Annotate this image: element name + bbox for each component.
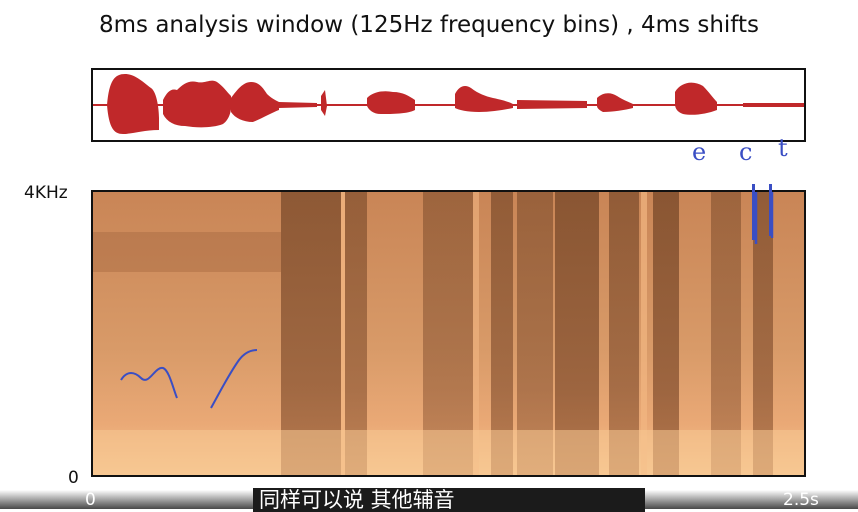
waveform-spike-1 — [321, 90, 327, 116]
waveform-panel — [91, 68, 806, 142]
annotation-letter-e: e — [692, 138, 707, 166]
pen-stroke-bar-top-1 — [752, 184, 755, 240]
waveform-burst-1 — [107, 74, 159, 134]
pen-stroke-bar-top-2 — [769, 184, 772, 236]
video-subtitle: 同样可以说 其他辅音 — [253, 488, 645, 512]
waveform-plot — [93, 74, 804, 134]
waveform-burst-4 — [367, 91, 415, 114]
x-axis-left-label: 0 — [85, 490, 96, 510]
waveform-tail-1 — [279, 102, 317, 108]
x-axis-right-label: 2.5s — [783, 490, 819, 510]
waveform-burst-6 — [517, 100, 587, 109]
waveform-burst-7 — [597, 93, 633, 112]
waveform-burst-3 — [231, 82, 279, 122]
waveform-tail-2 — [743, 103, 804, 107]
spectro-low-band — [93, 430, 804, 475]
y-axis-top-label: 4KHz — [24, 183, 68, 203]
spectrogram-plot — [93, 192, 804, 475]
spectro-upper-band — [93, 232, 281, 272]
spectrogram-panel — [91, 190, 806, 477]
figure-title: 8ms analysis window (125Hz frequency bin… — [99, 12, 759, 38]
waveform-burst-5 — [455, 86, 513, 112]
waveform-burst-2 — [163, 80, 232, 128]
annotation-letter-c: c — [739, 138, 753, 166]
y-axis-bottom-label: 0 — [68, 468, 79, 488]
waveform-burst-8 — [675, 82, 717, 115]
annotation-letter-t: t — [778, 134, 788, 162]
